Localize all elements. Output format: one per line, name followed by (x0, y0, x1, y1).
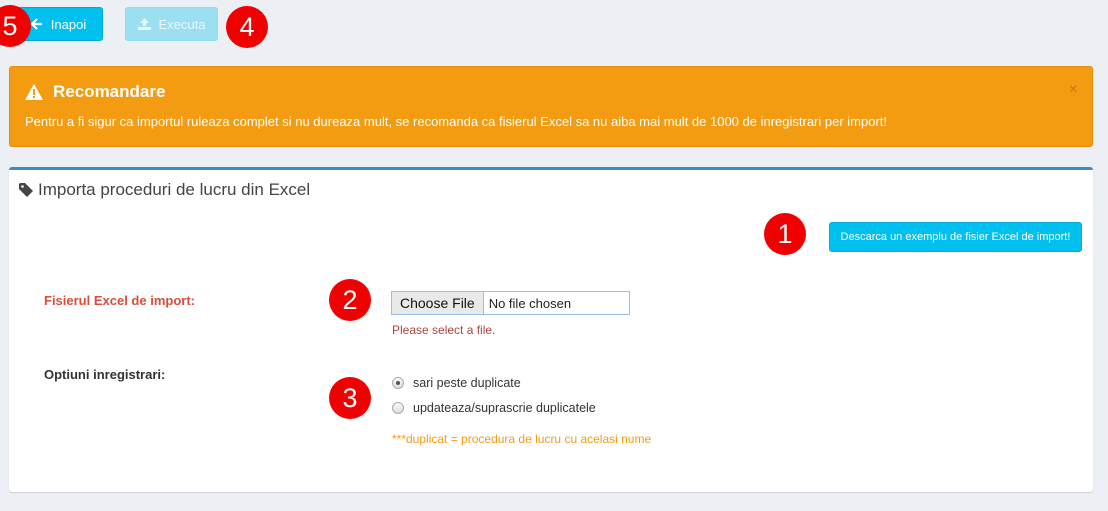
options-label: Optiuni inregistrari: (44, 367, 166, 382)
alert-title-text: Recomandare (53, 82, 166, 101)
radio-skip-duplicates[interactable] (392, 377, 404, 389)
tag-icon (19, 182, 34, 198)
back-button-label: Inapoi (50, 16, 87, 32)
step-badge-4: 4 (226, 6, 268, 48)
execute-button[interactable]: Executa (125, 7, 218, 41)
step-badge-3: 3 (329, 377, 371, 419)
alert-title: Recomandare (25, 82, 165, 102)
download-sample-button[interactable]: Descarca un exemplu de fisier Excel de i… (829, 222, 1082, 252)
step-badge-2: 2 (329, 279, 371, 321)
option-overwrite-duplicates[interactable]: updateaza/suprascrie duplicatele (392, 401, 596, 415)
box-title-text: Importa proceduri de lucru din Excel (38, 180, 311, 199)
import-box: Importa proceduri de lucru din Excel Des… (9, 167, 1093, 492)
box-title: Importa proceduri de lucru din Excel (19, 180, 310, 200)
warning-icon (25, 84, 43, 100)
file-error-message: Please select a file. (392, 323, 496, 337)
file-status: No file chosen (488, 295, 572, 311)
arrow-left-icon (30, 18, 43, 30)
radio-overwrite-duplicates[interactable] (392, 402, 404, 414)
option-label: sari peste duplicate (413, 376, 521, 390)
upload-icon (137, 18, 151, 30)
option-label: updateaza/suprascrie duplicatele (413, 401, 596, 415)
recommendation-alert: Recomandare Pentru a fi sigur ca importu… (9, 66, 1093, 147)
close-icon[interactable]: × (1069, 81, 1078, 99)
step-badge-1: 1 (764, 213, 806, 255)
duplicate-note: ***duplicat = procedura de lucru cu acel… (392, 432, 652, 446)
file-label: Fisierul Excel de import: (44, 293, 195, 308)
option-skip-duplicates[interactable]: sari peste duplicate (392, 376, 521, 390)
file-input[interactable]: Choose File No file chosen (391, 291, 630, 315)
execute-button-label: Executa (158, 16, 206, 32)
choose-file-button[interactable]: Choose File (392, 292, 484, 314)
alert-text: Pentru a fi sigur ca importul ruleaza co… (25, 114, 888, 129)
